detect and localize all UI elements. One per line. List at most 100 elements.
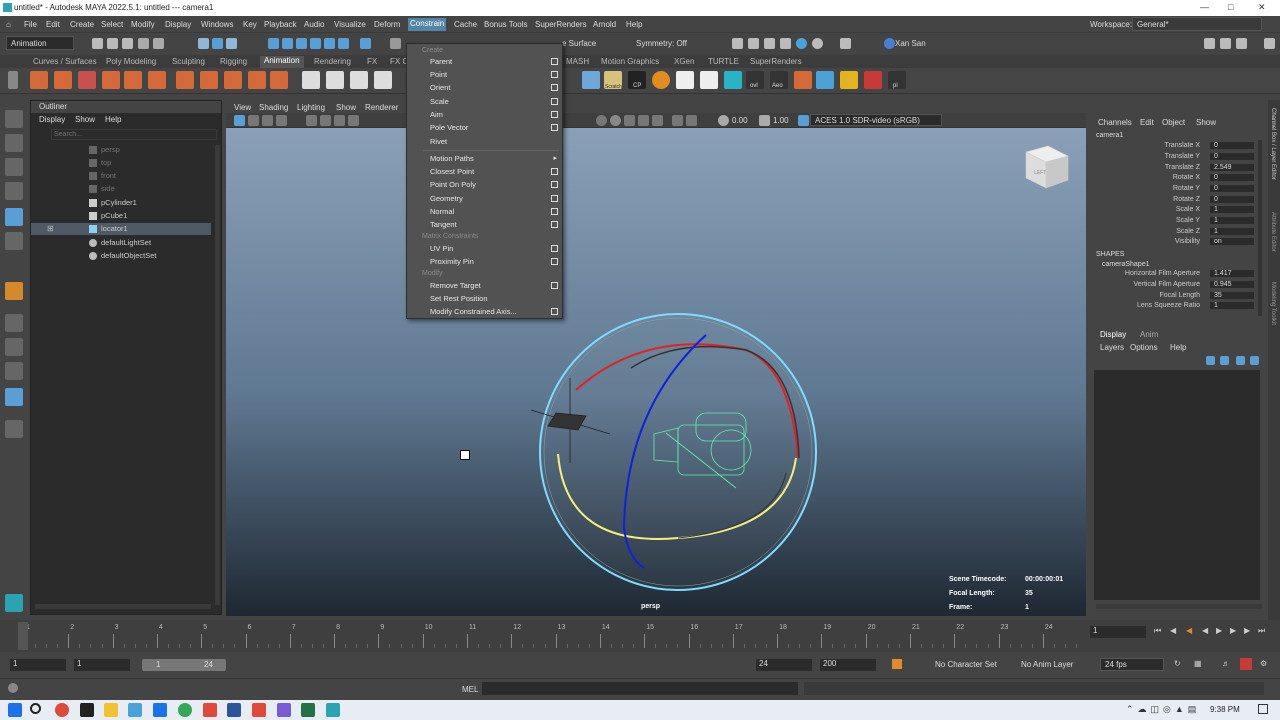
exposure-icon[interactable] [718, 115, 729, 126]
excel-icon[interactable] [301, 703, 315, 717]
shelf-tab-fx[interactable]: FX [367, 57, 377, 66]
menu-item-pole-vector[interactable]: Pole Vector [407, 121, 562, 134]
menu-item-set-rest-position[interactable]: Set Rest Position [407, 292, 562, 305]
auto-key-icon[interactable] [1240, 658, 1252, 670]
shelf-settings-icon[interactable] [8, 71, 18, 89]
viewport-menu-lighting[interactable]: Lighting [297, 103, 325, 112]
option-box-icon[interactable] [551, 181, 558, 188]
exposure-value[interactable]: 0.00 [732, 116, 748, 125]
channel-value[interactable]: 1 [1210, 217, 1254, 224]
key-tangent-icon[interactable]: ▦ [1194, 659, 1202, 668]
menu-arnold[interactable]: Arnold [593, 20, 616, 29]
layer-menu-layers[interactable]: Layers [1100, 343, 1124, 352]
gate-mask-icon[interactable] [348, 115, 359, 126]
skull-icon[interactable] [700, 71, 718, 89]
save-scene-icon[interactable] [122, 38, 133, 49]
redo-icon[interactable] [153, 38, 164, 49]
option-box-icon[interactable] [551, 208, 558, 215]
playback-start-field[interactable]: 1 [74, 659, 130, 671]
open-scene-icon[interactable] [107, 38, 118, 49]
fps-select[interactable]: 24 fps [1100, 658, 1164, 671]
channel-object-name[interactable]: camera1 [1096, 132, 1123, 139]
search-icon[interactable] [30, 703, 41, 714]
range-bar-handle[interactable]: 1 24 [142, 659, 226, 671]
time-slider[interactable]: 123456789101112131415161718192021222324 … [0, 620, 1280, 652]
lasso-tool-icon[interactable] [5, 134, 23, 152]
outliner-search-input[interactable] [51, 129, 217, 140]
curve-icon[interactable] [224, 71, 242, 89]
maya-taskbar-icon[interactable] [326, 703, 340, 717]
shelf-tab-mash[interactable]: MASH [566, 57, 589, 66]
channel-menu-show[interactable]: Show [1196, 118, 1216, 127]
play-blast-icon[interactable] [148, 71, 166, 89]
outliner-menu-help[interactable]: Help [105, 115, 121, 124]
arnold-render-icon[interactable] [812, 38, 823, 49]
taskbar-app-icon[interactable] [80, 703, 94, 717]
taskbar-app-icon[interactable] [252, 703, 266, 717]
ghost-icon[interactable] [78, 71, 96, 89]
lattice-icon[interactable] [270, 71, 288, 89]
option-box-icon[interactable] [551, 71, 558, 78]
channel-scrollbar[interactable] [1258, 140, 1262, 316]
color-management-icon[interactable] [798, 115, 809, 126]
channel-value[interactable]: on [1210, 238, 1254, 245]
timeline-icon[interactable] [124, 71, 142, 89]
lock-icon[interactable] [390, 38, 401, 49]
render-icon[interactable] [732, 38, 743, 49]
outliner-item-front[interactable]: front [31, 170, 211, 182]
move-layer-down-icon[interactable] [1220, 356, 1229, 365]
pause-icon[interactable] [840, 38, 851, 49]
user-icon[interactable] [884, 38, 895, 49]
menu-create[interactable]: Create [70, 20, 94, 29]
channel-hscrollbar[interactable] [1096, 604, 1262, 609]
outliner-item-locator1[interactable]: ⊞ locator1 [31, 223, 211, 235]
wire-icon[interactable] [350, 71, 368, 89]
channel-value[interactable]: 0 [1210, 196, 1254, 203]
menu-item-orient[interactable]: Orient [407, 81, 562, 94]
channel-value[interactable]: 0.945 [1210, 281, 1254, 288]
sound-icon[interactable]: ♬ [1222, 659, 1230, 668]
outliner-menu-display[interactable]: Display [39, 115, 65, 124]
channel-vertical-film-aperture[interactable]: Vertical Film Aperture 0.945 [1092, 281, 1262, 292]
option-box-icon[interactable] [551, 111, 558, 118]
menu-item-aim[interactable]: Aim [407, 108, 562, 121]
animation-prefs-icon[interactable]: ⚙ [1260, 659, 1267, 668]
current-frame-marker[interactable] [18, 622, 28, 650]
shelf-tab-animation[interactable]: Animation [260, 56, 304, 68]
menu-item-geometry[interactable]: Geometry [407, 192, 562, 205]
view-transform-select[interactable]: ACES 1.0 SDR-video (sRGB) [810, 114, 942, 126]
script-editor-icon[interactable] [8, 683, 18, 693]
word-icon[interactable] [227, 703, 241, 717]
character-set-select[interactable]: No Character Set [935, 660, 997, 669]
menu-edit[interactable]: Edit [46, 20, 60, 29]
side-tab-attribute-editor[interactable]: Attribute Editor [1270, 212, 1276, 252]
shadows-icon[interactable] [652, 115, 663, 126]
menu-constrain[interactable]: Constrain [408, 18, 447, 31]
gamma-value[interactable]: 1.00 [773, 116, 789, 125]
layer-menu-options[interactable]: Options [1130, 343, 1158, 352]
channel-scale-x[interactable]: Scale X 1 [1092, 206, 1262, 217]
new-scene-icon[interactable] [92, 38, 103, 49]
file-explorer-icon[interactable] [104, 703, 118, 717]
channel-menu-channels[interactable]: Channels [1098, 118, 1132, 127]
close-icon[interactable]: ✕ [1258, 2, 1266, 13]
anim-layer-select[interactable]: No Anim Layer [1021, 660, 1073, 669]
textured-icon[interactable] [624, 115, 635, 126]
shelf-tab-sculpting[interactable]: Sculpting [172, 57, 205, 66]
menu-superrenders[interactable]: SuperRenders [535, 20, 587, 29]
outliner-item-defaultlightset[interactable]: defaultLightSet [31, 237, 211, 249]
step-forward-frame-icon[interactable]: ▶ [1230, 626, 1236, 635]
shape-name[interactable]: cameraShape1 [1102, 261, 1149, 268]
side-tab-channel-box[interactable]: Channel Box / Layer Editor [1270, 108, 1276, 180]
channel-translate-x[interactable]: Translate X 0 [1092, 142, 1262, 153]
channel-visibility[interactable]: Visibility on [1092, 238, 1262, 249]
new-layer-selected-icon[interactable] [1250, 356, 1259, 365]
menu-item-scale[interactable]: Scale [407, 95, 562, 108]
four-view-icon[interactable] [5, 338, 23, 356]
option-box-icon[interactable] [551, 282, 558, 289]
menu-select[interactable]: Select [101, 20, 123, 29]
outliner-hscrollbar[interactable] [35, 604, 211, 609]
outliner-item-defaultobjectset[interactable]: defaultObjectSet [31, 250, 211, 262]
option-box-icon[interactable] [551, 84, 558, 91]
outliner-item-side[interactable]: side [31, 183, 211, 195]
